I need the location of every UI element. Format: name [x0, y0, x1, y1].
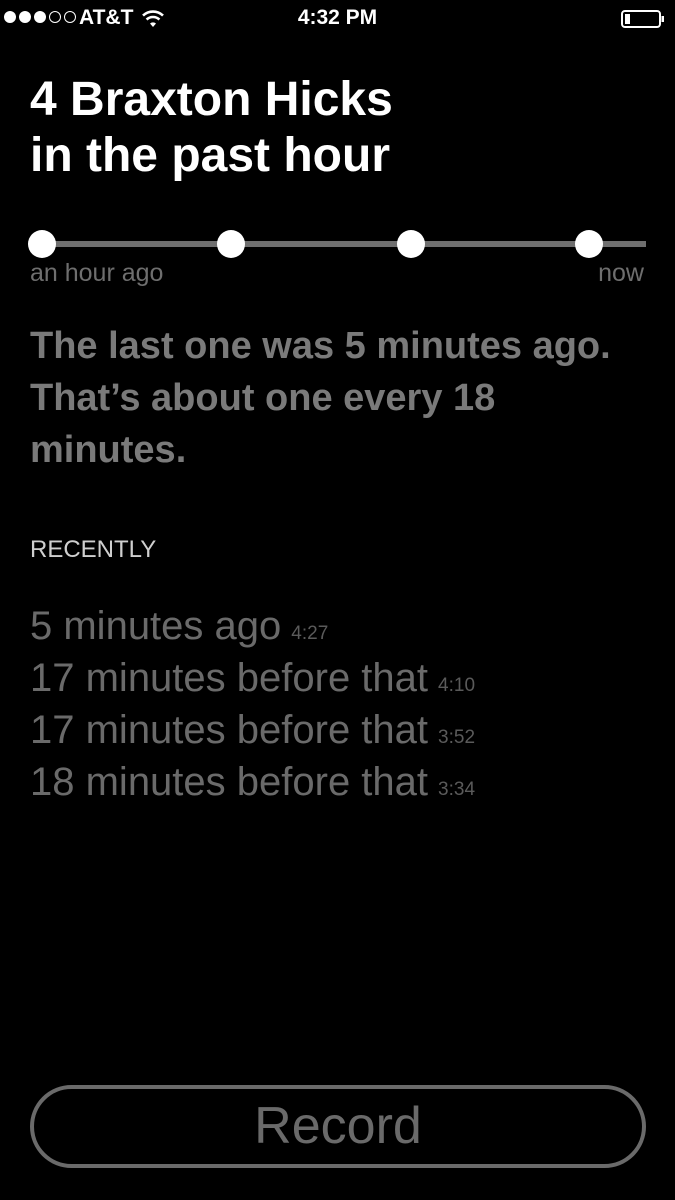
timeline-marker: [575, 230, 603, 258]
title-line-1: 4 Braxton Hicks: [30, 73, 393, 126]
title-line-2: in the past hour: [30, 129, 390, 182]
recent-item: 18 minutes before that 3:34: [30, 756, 475, 808]
recent-item-description: 18 minutes before that: [30, 760, 429, 804]
recently-heading: RECENTLY: [30, 536, 157, 563]
timeline-marker: [217, 230, 245, 258]
recent-item: 5 minutes ago 4:27: [30, 600, 475, 652]
recent-item-time: 3:52: [438, 727, 476, 748]
status-time: 4:32 PM: [297, 6, 378, 29]
recent-item: 17 minutes before that 4:10: [30, 652, 475, 704]
battery-icon: [621, 10, 664, 28]
recent-item-time: 3:34: [438, 779, 476, 800]
timeline-end-label: now: [598, 259, 644, 287]
recent-item: 17 minutes before that 3:52: [30, 704, 475, 756]
status-bar: AT&T 4:32 PM: [0, 0, 675, 40]
timeline-marker: [397, 230, 425, 258]
record-button[interactable]: Record: [30, 1085, 646, 1168]
timeline-start-label: an hour ago: [30, 259, 164, 287]
page-title: 4 Braxton Hicks in the past hour: [30, 72, 650, 184]
recent-item-description: 17 minutes before that: [30, 656, 429, 700]
recent-list: 5 minutes ago 4:27 17 minutes before that…: [30, 600, 475, 808]
timeline-marker: [28, 230, 56, 258]
summary-text: The last one was 5 minutes ago. That’s a…: [30, 325, 611, 471]
recent-item-time: 4:10: [438, 675, 476, 696]
recent-item-description: 17 minutes before that: [30, 708, 429, 752]
recent-item-time: 4:27: [291, 623, 329, 644]
timeline-track: [40, 241, 646, 247]
recent-item-description: 5 minutes ago: [30, 604, 282, 648]
